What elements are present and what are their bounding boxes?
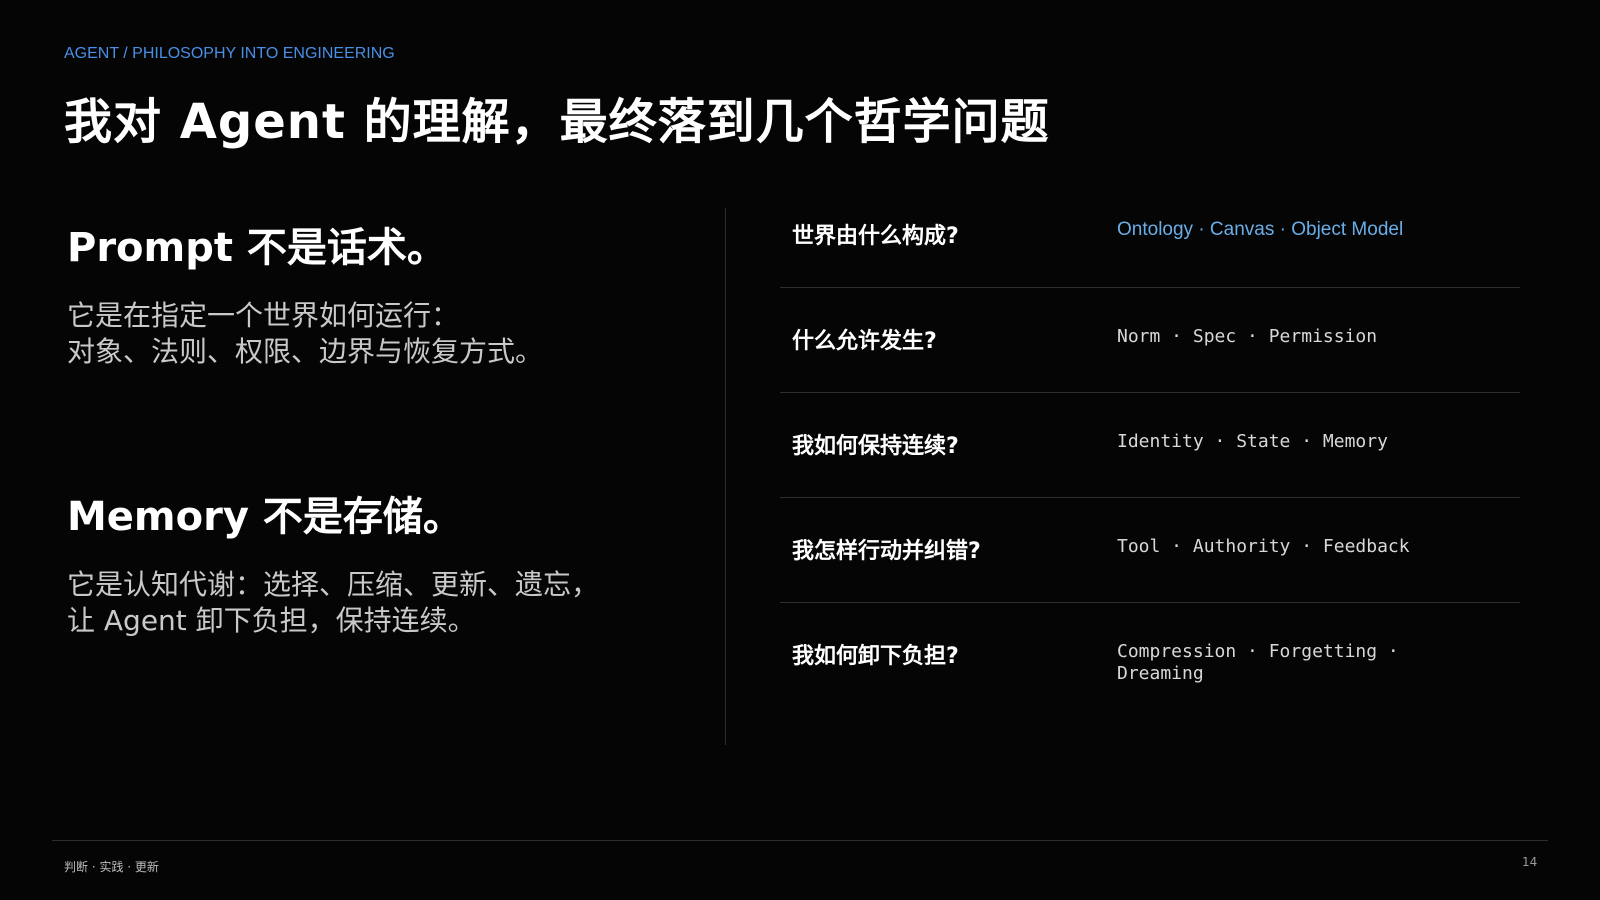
question-concepts: Identity · State · Memory — [1117, 431, 1388, 452]
claim-prompt: Prompt 不是话术。 它是在指定一个世界如何运行： 对象、法则、权限、边界与… — [67, 226, 687, 370]
page-number: 14 — [1522, 855, 1538, 869]
footer-tagline: 判断 · 实践 · 更新 — [64, 860, 159, 874]
claim-memory: Memory 不是存储。 它是认知代谢：选择、压缩、更新、遗忘， 让 Agent… — [67, 495, 687, 639]
question-text: 我怎样行动并纠错? — [792, 539, 981, 564]
question-row: 我怎样行动并纠错? Tool · Authority · Feedback — [780, 498, 1520, 603]
question-concepts: Ontology · Canvas · Object Model — [1117, 219, 1404, 240]
claim-line: 它是认知代谢：选择、压缩、更新、遗忘， — [67, 568, 600, 601]
question-row: 世界由什么构成? Ontology · Canvas · Object Mode… — [780, 183, 1520, 288]
claim-line: 对象、法则、权限、边界与恢复方式。 — [67, 335, 544, 368]
question-text: 我如何保持连续? — [792, 434, 959, 459]
claim-line: 让 Agent 卸下负担，保持连续。 — [67, 604, 476, 637]
question-text: 我如何卸下负担? — [792, 644, 959, 669]
footer-divider — [52, 840, 1548, 841]
question-concepts: Norm · Spec · Permission — [1117, 326, 1378, 347]
question-row: 我如何卸下负担? Compression · Forgetting · Drea… — [780, 603, 1520, 707]
claim-heading: Memory 不是存储。 — [67, 494, 463, 540]
vertical-divider — [725, 208, 726, 745]
section-kicker: AGENT / PHILOSOPHY INTO ENGINEERING — [64, 45, 395, 62]
claim-line: 它是在指定一个世界如何运行： — [67, 299, 460, 332]
claim-body: 它是在指定一个世界如何运行： 对象、法则、权限、边界与恢复方式。 — [67, 298, 687, 370]
question-concepts: Compression · Forgetting · Dreaming — [1117, 641, 1399, 684]
question-text: 世界由什么构成? — [792, 224, 959, 249]
questions-table: 世界由什么构成? Ontology · Canvas · Object Mode… — [780, 183, 1520, 707]
question-row: 什么允许发生? Norm · Spec · Permission — [780, 288, 1520, 393]
page-title: 我对 Agent 的理解，最终落到几个哲学问题 — [64, 94, 1050, 150]
question-row: 我如何保持连续? Identity · State · Memory — [780, 393, 1520, 498]
question-text: 什么允许发生? — [792, 329, 937, 354]
question-concepts: Tool · Authority · Feedback — [1117, 536, 1410, 557]
claim-heading: Prompt 不是话术。 — [67, 225, 447, 271]
claim-body: 它是认知代谢：选择、压缩、更新、遗忘， 让 Agent 卸下负担，保持连续。 — [67, 567, 687, 639]
